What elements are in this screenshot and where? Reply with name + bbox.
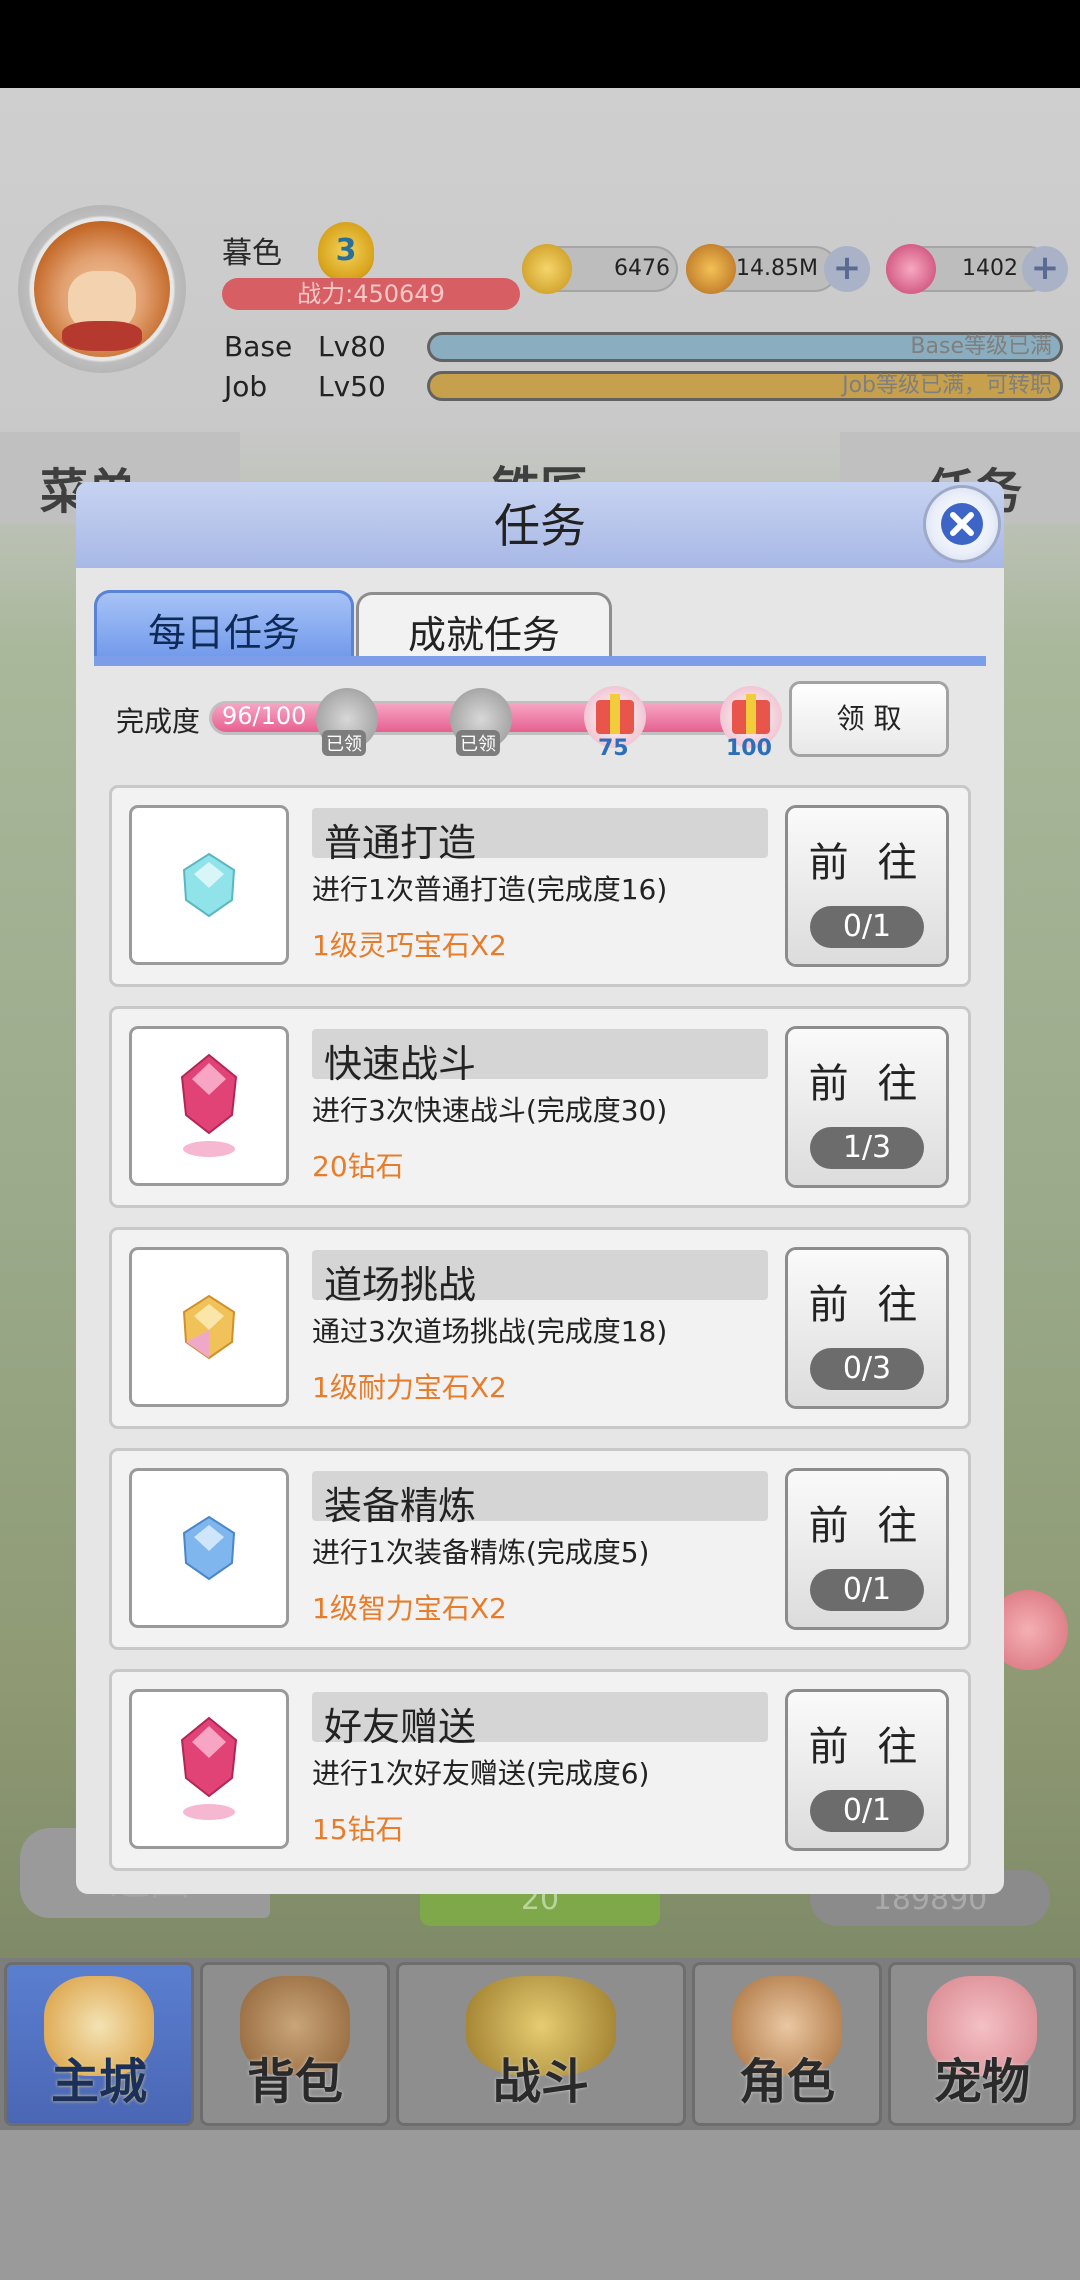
add-diamond-button[interactable]: +	[1022, 246, 1068, 292]
go-button[interactable]: 前 往 0/1	[788, 1471, 946, 1627]
tab-daily-label: 每日任务	[147, 611, 300, 655]
milestone-2-tag: 已领	[456, 730, 500, 756]
progress-label: 完成度	[116, 705, 201, 738]
nav-label: 角色	[738, 2054, 835, 2110]
task-card: 好友赠送 进行1次好友赠送(完成度6) 15钻石 前 往 0/1	[112, 1672, 968, 1868]
tab-achievement-label: 成就任务	[407, 613, 560, 657]
task-title: 好友赠送	[324, 1705, 477, 1749]
job-label: Job	[224, 370, 268, 403]
base-level: Lv80	[318, 330, 386, 363]
task-card: 装备精炼 进行1次装备精炼(完成度5) 1级智力宝石X2 前 往 0/1	[112, 1451, 968, 1647]
task-description: 进行1次普通打造(完成度16)	[312, 873, 668, 906]
task-card: 道场挑战 通过3次道场挑战(完成度18) 1级耐力宝石X2 前 往 0/3	[112, 1230, 968, 1426]
modal-title: 任务	[494, 499, 586, 553]
job-level: Lv50	[318, 370, 386, 403]
pink-diamond-icon	[180, 1053, 238, 1157]
task-count: 1/3	[810, 1127, 924, 1169]
status-bar	[0, 0, 1080, 88]
task-description: 进行1次装备精炼(完成度5)	[312, 1536, 650, 1569]
go-label: 前 往	[808, 1282, 926, 1328]
go-button[interactable]: 前 往 0/1	[788, 808, 946, 964]
milestone-1-tag: 已领	[322, 730, 366, 756]
claim-button[interactable]: 领 取	[792, 684, 946, 754]
pink-diamond-icon	[180, 1716, 238, 1820]
task-title: 装备精炼	[324, 1484, 477, 1528]
task-reward: 1级灵巧宝石X2	[312, 929, 507, 962]
tab-daily-tasks[interactable]: 每日任务	[94, 590, 354, 662]
nav-label: 宠物	[933, 2054, 1030, 2110]
task-card: 普通打造 进行1次普通打造(完成度16) 1级灵巧宝石X2 前 往 0/1	[112, 788, 968, 984]
task-card: 快速战斗 进行3次快速战斗(完成度30) 20钻石 前 往 1/3	[112, 1009, 968, 1205]
go-label: 前 往	[808, 1061, 926, 1107]
diamond-icon	[886, 244, 936, 294]
base-label: Base	[224, 330, 293, 363]
task-reward-slot[interactable]	[132, 1692, 286, 1846]
progress-value: 96/100	[222, 702, 307, 730]
milestone-4-tag: 100	[726, 736, 772, 761]
combat-power: 战力:450649	[222, 278, 520, 310]
nav-character[interactable]: 角色	[692, 1962, 882, 2126]
blue-gem-icon	[182, 1515, 236, 1581]
task-reward: 1级智力宝石X2	[312, 1592, 507, 1625]
nav-main-city[interactable]: 主城	[4, 1962, 194, 2126]
nav-pet[interactable]: 宠物	[888, 1962, 1076, 2126]
nav-label: 背包	[246, 2054, 343, 2110]
go-label: 前 往	[808, 1724, 926, 1770]
nav-label: 战斗	[492, 2054, 589, 2110]
task-count: 0/1	[810, 906, 924, 948]
currency-pouch-value: 14.85M	[736, 256, 818, 281]
avatar[interactable]	[34, 221, 170, 357]
job-exp-bar: Job等级已满，可转职	[430, 374, 1060, 398]
go-label: 前 往	[808, 1503, 926, 1549]
task-reward-slot[interactable]	[132, 808, 286, 962]
task-reward: 20钻石	[312, 1150, 404, 1183]
currency-diamond-value: 1402	[962, 256, 1018, 281]
go-label: 前 往	[808, 840, 926, 886]
go-button[interactable]: 前 往 0/3	[788, 1250, 946, 1406]
go-button[interactable]: 前 往 1/3	[788, 1029, 946, 1185]
task-count: 0/1	[810, 1790, 924, 1832]
task-reward-slot[interactable]	[132, 1471, 286, 1625]
milestone-3-tag: 75	[598, 736, 629, 761]
task-description: 通过3次道场挑战(完成度18)	[312, 1315, 668, 1348]
zeny-coin-icon	[522, 244, 572, 294]
task-count: 0/3	[810, 1348, 924, 1390]
task-reward-slot[interactable]	[132, 1250, 286, 1404]
base-exp-bar: Base等级已满	[430, 335, 1060, 359]
close-icon	[941, 503, 983, 545]
task-reward-slot[interactable]	[132, 1029, 286, 1183]
task-title: 快速战斗	[324, 1042, 477, 1086]
task-description: 进行3次快速战斗(完成度30)	[312, 1094, 668, 1127]
task-description: 进行1次好友赠送(完成度6)	[312, 1757, 650, 1790]
pouch-icon	[686, 244, 736, 294]
yellow-gem-icon	[182, 1294, 236, 1360]
tab-achievement-tasks[interactable]: 成就任务	[356, 592, 612, 662]
nav-label: 主城	[50, 2054, 147, 2110]
nav-battle[interactable]: 战斗	[396, 1962, 686, 2126]
cyan-gem-icon	[182, 852, 236, 918]
task-title: 普通打造	[324, 821, 477, 865]
task-count: 0/1	[810, 1569, 924, 1611]
task-reward: 1级耐力宝石X2	[312, 1371, 507, 1404]
vip-level-badge: 3	[318, 222, 374, 280]
go-button[interactable]: 前 往 0/1	[788, 1692, 946, 1848]
add-pouch-button[interactable]: +	[824, 246, 870, 292]
tab-underline	[94, 656, 986, 666]
nav-backpack[interactable]: 背包	[200, 1962, 390, 2126]
close-button[interactable]	[926, 488, 998, 560]
player-name: 暮色	[222, 236, 282, 271]
task-title: 道场挑战	[324, 1263, 477, 1307]
task-reward: 15钻石	[312, 1813, 404, 1846]
currency-zeny-value: 6476	[614, 256, 670, 281]
